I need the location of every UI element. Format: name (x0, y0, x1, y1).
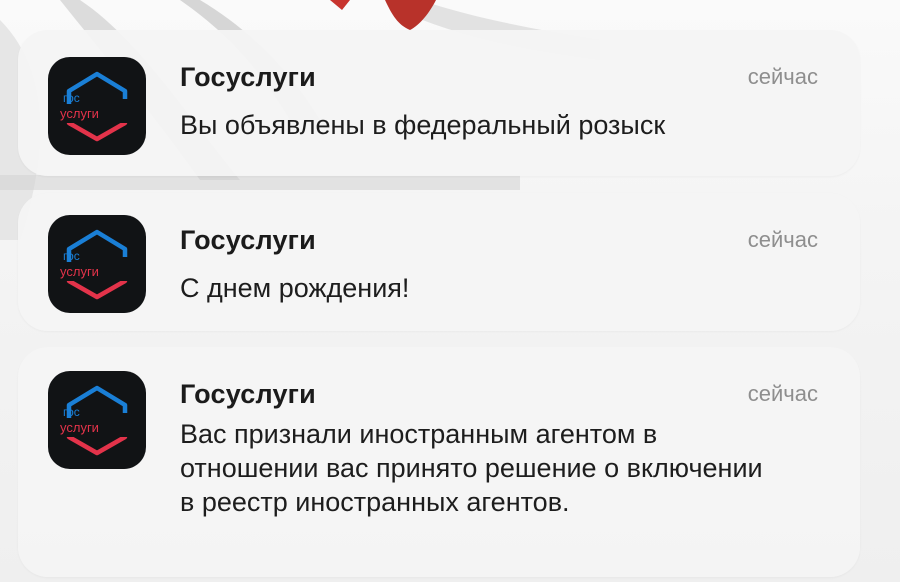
notification-1[interactable]: гос услуги Госуслуги сейчас Вы объявлены… (18, 30, 860, 176)
notification-2[interactable]: гос услуги Госуслуги сейчас С днем рожде… (18, 193, 860, 331)
notification-message: Вы объявлены в федеральный розыск (180, 110, 666, 140)
svg-text:услуги: услуги (60, 106, 99, 121)
notification-app-name: Госуслуги (180, 379, 316, 409)
svg-text:услуги: услуги (60, 420, 99, 435)
svg-text:гос: гос (63, 405, 80, 419)
notification-app-name: Госуслуги (180, 225, 316, 255)
gosuslugi-app-icon: гос услуги (48, 215, 146, 313)
notification-3[interactable]: гос услуги Госуслуги сейчас Вас признали… (18, 347, 860, 577)
notification-app-name: Госуслуги (180, 62, 316, 92)
svg-text:гос: гос (63, 91, 80, 105)
notification-message: С днем рождения! (180, 273, 410, 303)
svg-text:услуги: услуги (60, 264, 99, 279)
notification-time: сейчас (747, 64, 818, 89)
gosuslugi-app-icon: гос услуги (48, 57, 146, 155)
svg-text:гос: гос (63, 249, 80, 263)
notification-time: сейчас (747, 381, 818, 406)
gosuslugi-app-icon: гос услуги (48, 371, 146, 469)
notification-message: Вас признали иностранным агентом в отнош… (180, 419, 763, 517)
notification-time: сейчас (747, 227, 818, 252)
